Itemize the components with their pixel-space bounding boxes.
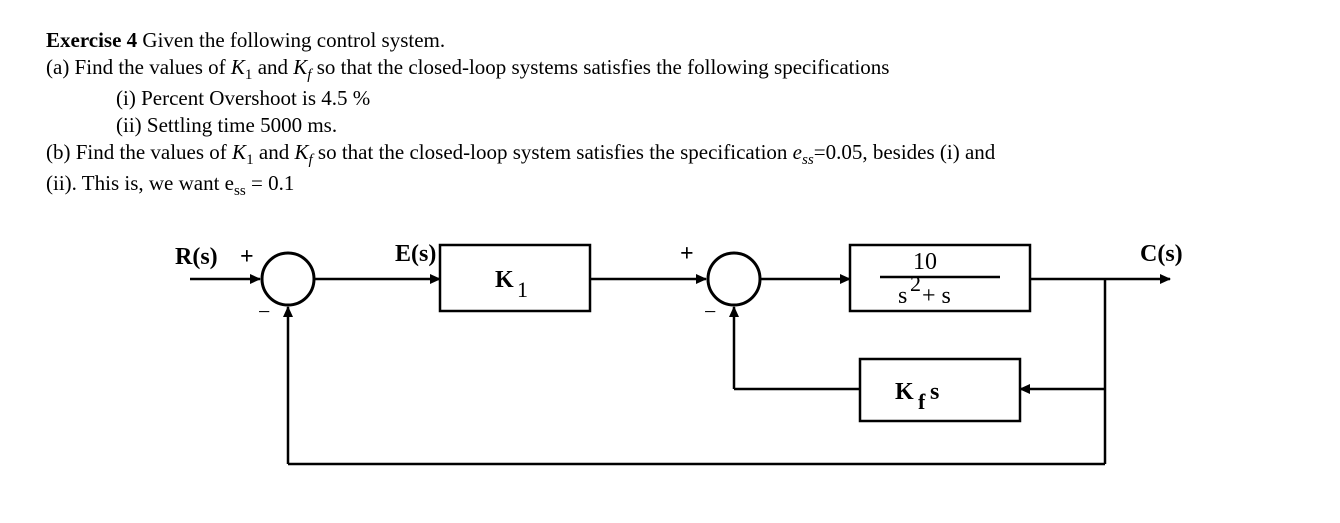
signal-r-label: R(s) xyxy=(175,244,218,270)
plant-den-rest: + s xyxy=(922,283,951,309)
title-rest: Given the following control system. xyxy=(137,28,445,52)
summing-junction-1 xyxy=(262,253,314,305)
kf-k-b: K xyxy=(294,140,308,164)
spec-ii: (ii) Settling time 5000 ms. xyxy=(46,113,1294,138)
kf-label-sub: f xyxy=(918,389,926,414)
kf-label-s: s xyxy=(930,379,939,405)
part-b-l2sub: ss xyxy=(234,184,246,200)
title-prefix: Exercise 4 xyxy=(46,28,137,52)
k1-label-sub: 1 xyxy=(517,277,528,302)
block-k1 xyxy=(440,245,590,311)
part-b-mid: so that the closed-loop system satisfies… xyxy=(313,140,793,164)
plant-den-exp: 2 xyxy=(910,271,921,296)
ess-e: e xyxy=(793,140,802,164)
and-1: and xyxy=(252,55,293,79)
block-kf xyxy=(860,359,1020,421)
exercise-title: Exercise 4 Given the following control s… xyxy=(46,28,1294,53)
part-b-l2a: (ii). This is, we want e xyxy=(46,171,234,195)
part-b-l2tail: = 0.1 xyxy=(246,171,295,195)
k1-label-k: K xyxy=(495,267,514,293)
and-2: and xyxy=(254,140,295,164)
k1-k: K xyxy=(231,55,245,79)
signal-c-label: C(s) xyxy=(1140,241,1183,267)
part-a-tail: so that the closed-loop systems satisfie… xyxy=(312,55,890,79)
part-b-line2: (ii). This is, we want ess = 0.1 xyxy=(46,171,1294,200)
plant-den-s: s xyxy=(898,283,907,309)
k1-k-b: K xyxy=(232,140,246,164)
kf-label-k: K xyxy=(895,379,914,405)
sum2-minus: − xyxy=(704,299,716,324)
sum1-minus: − xyxy=(258,299,270,324)
signal-e-label: E(s) xyxy=(395,241,436,267)
part-b-line1: (b) Find the values of K1 and Kf so that… xyxy=(46,140,1294,169)
block-diagram: R(s) + − E(s) K 1 + − xyxy=(46,219,1294,479)
k1-sub-b: 1 xyxy=(246,152,254,168)
rs-plus: + xyxy=(240,244,254,270)
part-a: (a) Find the values of K1 and Kf so that… xyxy=(46,55,1294,84)
part-a-lead: (a) Find the values of xyxy=(46,55,231,79)
ess-sub: ss xyxy=(802,152,814,168)
part-b-lead: (b) Find the values of xyxy=(46,140,232,164)
summing-junction-2 xyxy=(708,253,760,305)
sum2-plus: + xyxy=(680,241,694,267)
kf-k: K xyxy=(293,55,307,79)
ess-eq: =0.05, besides (i) and xyxy=(814,140,996,164)
spec-i: (i) Percent Overshoot is 4.5 % xyxy=(46,86,1294,111)
